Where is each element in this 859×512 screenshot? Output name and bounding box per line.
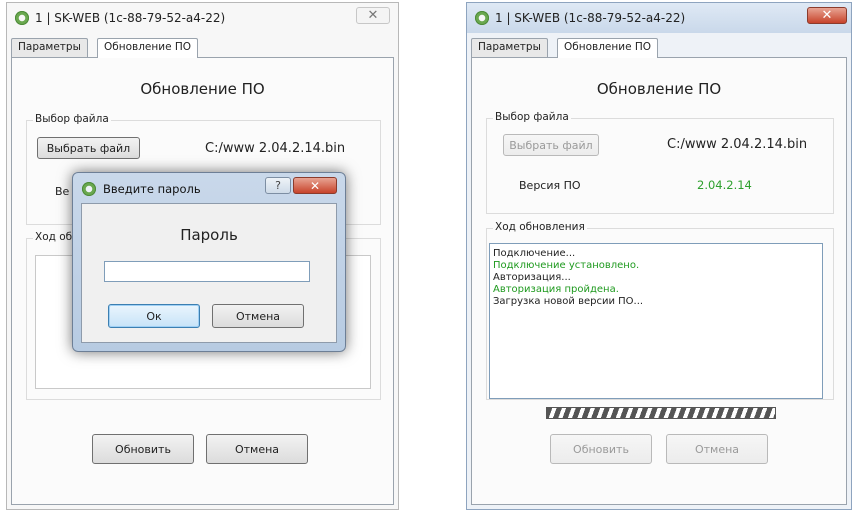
log-line: Авторизация пройдена.	[493, 284, 619, 295]
tab-parameters[interactable]: Параметры	[11, 38, 88, 57]
close-icon: ✕	[309, 178, 321, 193]
tab-firmware-update[interactable]: Обновление ПО	[97, 38, 199, 58]
left-titlebar[interactable]: 1 | SK-WEB (1c-88-79-52-a4-22) ✕	[7, 3, 398, 33]
close-button[interactable]: ✕	[356, 7, 390, 24]
tab-parameters[interactable]: Параметры	[471, 38, 548, 57]
file-select-group: Выбор файла Выбрать файл C:/www 2.04.2.1…	[486, 111, 834, 214]
file-group-label: Выбор файла	[33, 113, 111, 125]
progress-bar	[546, 407, 776, 419]
page-title: Обновление ПО	[596, 80, 722, 98]
app-gear-icon	[15, 11, 29, 25]
password-input[interactable]	[104, 261, 310, 282]
page-title: Обновление ПО	[140, 80, 265, 98]
version-label: Версия ПО	[519, 179, 581, 192]
right-window: 1 | SK-WEB (1c-88-79-52-a4-22) ✕ Парамет…	[466, 2, 852, 510]
update-button[interactable]: Обновить	[92, 434, 194, 464]
window-title: 1 | SK-WEB (1c-88-79-52-a4-22)	[495, 11, 686, 25]
file-group-label: Выбор файла	[493, 111, 571, 123]
app-gear-icon	[475, 11, 489, 25]
password-dialog: Введите пароль ? ✕ Пароль Ок Отмена	[72, 172, 346, 352]
version-label: Ве	[55, 185, 70, 198]
dialog-close-button[interactable]: ✕	[293, 177, 337, 194]
file-path: C:/www 2.04.2.14.bin	[205, 141, 346, 156]
file-path: C:/www 2.04.2.14.bin	[667, 137, 808, 152]
progress-group-label: Ход об	[33, 231, 75, 243]
log-line: Авторизация...	[493, 272, 571, 283]
log-line: Загрузка новой версии ПО...	[493, 296, 644, 307]
choose-file-button[interactable]: Выбрать файл	[37, 137, 140, 159]
ok-button[interactable]: Ок	[108, 304, 200, 328]
progress-group: Ход обновления Подключение... Подключени…	[486, 221, 834, 400]
right-titlebar[interactable]: 1 | SK-WEB (1c-88-79-52-a4-22) ✕	[467, 3, 851, 33]
window-title: 1 | SK-WEB (1c-88-79-52-a4-22)	[35, 11, 226, 25]
password-heading: Пароль	[180, 226, 238, 244]
app-gear-icon	[82, 182, 96, 196]
log-line: Подключение...	[493, 248, 576, 259]
close-button[interactable]: ✕	[807, 7, 847, 24]
cancel-button[interactable]: Отмена	[206, 434, 308, 464]
tab-strip: Параметры Обновление ПО	[11, 38, 394, 58]
progress-group-label: Ход обновления	[493, 221, 587, 233]
close-icon: ✕	[367, 8, 379, 23]
update-panel: Обновление ПО Выбор файла Выбрать файл C…	[471, 57, 847, 505]
help-button[interactable]: ?	[265, 177, 291, 194]
tab-firmware-update[interactable]: Обновление ПО	[557, 38, 659, 58]
log-line: Подключение установлено.	[493, 260, 640, 271]
cancel-button[interactable]: Отмена	[666, 434, 768, 464]
close-icon: ✕	[821, 8, 833, 23]
help-icon: ?	[275, 179, 281, 192]
update-button[interactable]: Обновить	[550, 434, 652, 464]
dialog-body: Пароль Ок Отмена	[81, 203, 337, 343]
progress-log: Подключение... Подключение установлено. …	[489, 243, 823, 399]
tab-strip: Параметры Обновление ПО	[471, 38, 847, 58]
dialog-cancel-button[interactable]: Отмена	[212, 304, 304, 328]
version-value: 2.04.2.14	[697, 178, 752, 192]
dialog-title: Введите пароль	[103, 182, 201, 196]
choose-file-button[interactable]: Выбрать файл	[503, 134, 599, 156]
